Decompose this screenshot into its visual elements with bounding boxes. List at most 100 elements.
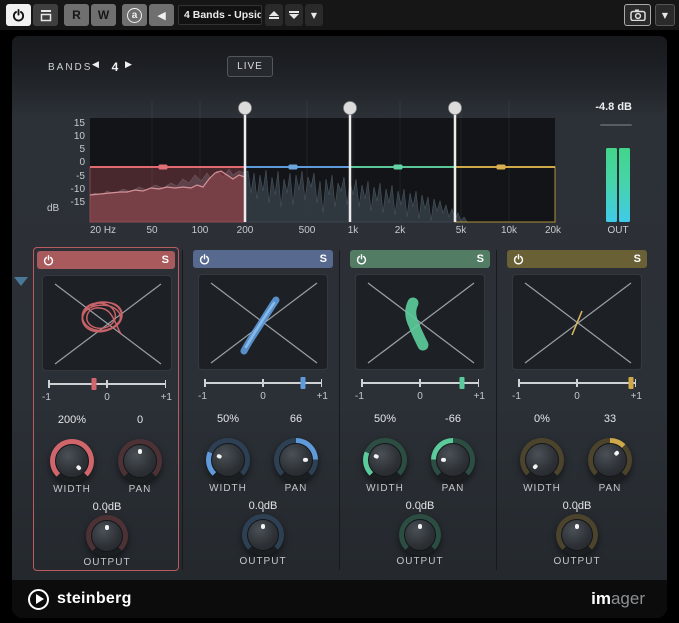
- band-solo-button[interactable]: S: [320, 253, 327, 265]
- arrow-left-icon: ◀: [157, 9, 165, 22]
- band-4-panel: S -10+1 0% 33 WIDTH PAN 0.0dB OUTPUT: [504, 247, 650, 571]
- output-knob[interactable]: [242, 514, 284, 556]
- band-power-button[interactable]: [43, 255, 54, 266]
- band-3-gain-handle[interactable]: [394, 165, 403, 170]
- band-power-button[interactable]: [356, 254, 367, 265]
- width-value: 50%: [196, 413, 260, 425]
- width-knob[interactable]: [520, 438, 564, 482]
- band-3-vectorscope: [355, 274, 485, 370]
- preset-menu-button[interactable]: ▼: [305, 4, 323, 26]
- eject-up-icon: [269, 11, 279, 20]
- output-knob[interactable]: [86, 515, 128, 557]
- correlation-marker: [460, 377, 465, 389]
- output-value: 0.0dB: [34, 501, 180, 513]
- band-4-gain-handle[interactable]: [497, 165, 506, 170]
- scope-cross-icon: [368, 283, 474, 363]
- band-4-header: S: [507, 250, 647, 268]
- scale-label: +1: [317, 391, 328, 402]
- switch-ab-button[interactable]: a: [122, 4, 147, 26]
- pan-knob[interactable]: [431, 438, 475, 482]
- spectrum-plot[interactable]: [35, 95, 648, 243]
- brand-name: steinberg: [57, 590, 132, 608]
- detent-mark: [262, 508, 264, 512]
- width-value: 50%: [353, 413, 417, 425]
- output-knob[interactable]: [399, 514, 441, 556]
- scale-label: 0: [260, 391, 266, 402]
- width-value: 0%: [510, 413, 574, 425]
- output-label: OUTPUT: [347, 556, 493, 567]
- width-label: WIDTH: [196, 483, 260, 494]
- correlation-meter: [204, 377, 322, 389]
- pan-label: PAN: [108, 484, 172, 495]
- output-meter-right: [619, 148, 630, 222]
- width-knob[interactable]: [206, 438, 250, 482]
- preset-name-field[interactable]: 4 Bands - Upside D: [178, 5, 262, 25]
- scale-label: +1: [161, 392, 172, 403]
- decrease-bands-button[interactable]: ◀: [92, 60, 99, 70]
- width-value: 200%: [40, 414, 104, 426]
- crossover-1-handle[interactable]: [239, 102, 252, 115]
- scope-trace-core: [246, 303, 274, 347]
- crossover-2-handle[interactable]: [344, 102, 357, 115]
- band-solo-button[interactable]: S: [162, 254, 169, 266]
- band-separator: [496, 250, 497, 570]
- freq-tick: 20k: [545, 225, 561, 236]
- pan-knob[interactable]: [118, 439, 162, 483]
- bypass-button[interactable]: [33, 4, 58, 26]
- band-2-gain-handle[interactable]: [289, 165, 298, 170]
- plugin-toolbar: R W a ◀ 4 Bands - Upside D ▼ ▼: [0, 0, 679, 30]
- plugin-footer: steinberg imager: [12, 580, 667, 618]
- band-4-vectorscope: [512, 274, 642, 370]
- pan-knob[interactable]: [588, 438, 632, 482]
- spectrum-display: 151050-5-10-15 dB: [35, 95, 648, 243]
- output-label: OUTPUT: [504, 556, 650, 567]
- live-toggle-button[interactable]: LIVE: [227, 56, 273, 77]
- output-gain-slider[interactable]: [600, 124, 632, 126]
- width-label: WIDTH: [353, 483, 417, 494]
- write-automation-button[interactable]: W: [91, 4, 116, 26]
- band-power-button[interactable]: [199, 254, 210, 265]
- freq-tick: 200: [237, 225, 254, 236]
- scale-label: -1: [42, 392, 51, 403]
- scale-label: 0: [574, 391, 580, 402]
- scope-cross-icon: [55, 284, 161, 364]
- out-meter-label: OUT: [607, 225, 628, 236]
- output-meter-left: [606, 148, 617, 222]
- output-level-readout: -4.8 dB: [595, 101, 632, 113]
- correlation-meter: [361, 377, 479, 389]
- width-label: WIDTH: [510, 483, 574, 494]
- activate-button[interactable]: [6, 4, 31, 26]
- detent-mark: [105, 509, 107, 513]
- band-1-panel: S -10+1 200% 0 WIDTH PAN 0.0dB OUTPUT: [33, 247, 179, 571]
- band-1-header: S: [37, 251, 175, 269]
- width-knob[interactable]: [50, 439, 94, 483]
- band-solo-button[interactable]: S: [634, 253, 641, 265]
- output-knob[interactable]: [556, 514, 598, 556]
- next-preset-button[interactable]: [285, 4, 303, 26]
- pan-label: PAN: [264, 483, 328, 494]
- pan-knob[interactable]: [274, 438, 318, 482]
- pan-value: 0: [108, 414, 172, 426]
- band-1-gain-handle[interactable]: [159, 165, 168, 170]
- power-icon: [12, 9, 25, 22]
- scope-cross-icon: [525, 283, 631, 363]
- previous-preset-button[interactable]: [265, 4, 283, 26]
- window-menu-button[interactable]: ▼: [655, 4, 675, 26]
- product-name: imager: [591, 589, 645, 609]
- read-automation-button[interactable]: R: [64, 4, 89, 26]
- correlation-meter: [518, 377, 636, 389]
- detent-mark: [576, 508, 578, 512]
- increase-bands-button[interactable]: ▶: [125, 60, 132, 70]
- pan-value: 33: [578, 413, 642, 425]
- camera-icon: [630, 9, 646, 21]
- crossover-3-handle[interactable]: [449, 102, 462, 115]
- width-knob[interactable]: [363, 438, 407, 482]
- band-power-button[interactable]: [513, 254, 524, 265]
- pan-value: -66: [421, 413, 485, 425]
- band-count-value: 4: [107, 60, 123, 74]
- chevron-down-icon: ▼: [662, 11, 668, 20]
- snapshot-button[interactable]: [624, 4, 651, 26]
- collapse-panel-button[interactable]: [14, 277, 28, 286]
- copy-ab-button[interactable]: ◀: [149, 4, 174, 26]
- band-solo-button[interactable]: S: [477, 253, 484, 265]
